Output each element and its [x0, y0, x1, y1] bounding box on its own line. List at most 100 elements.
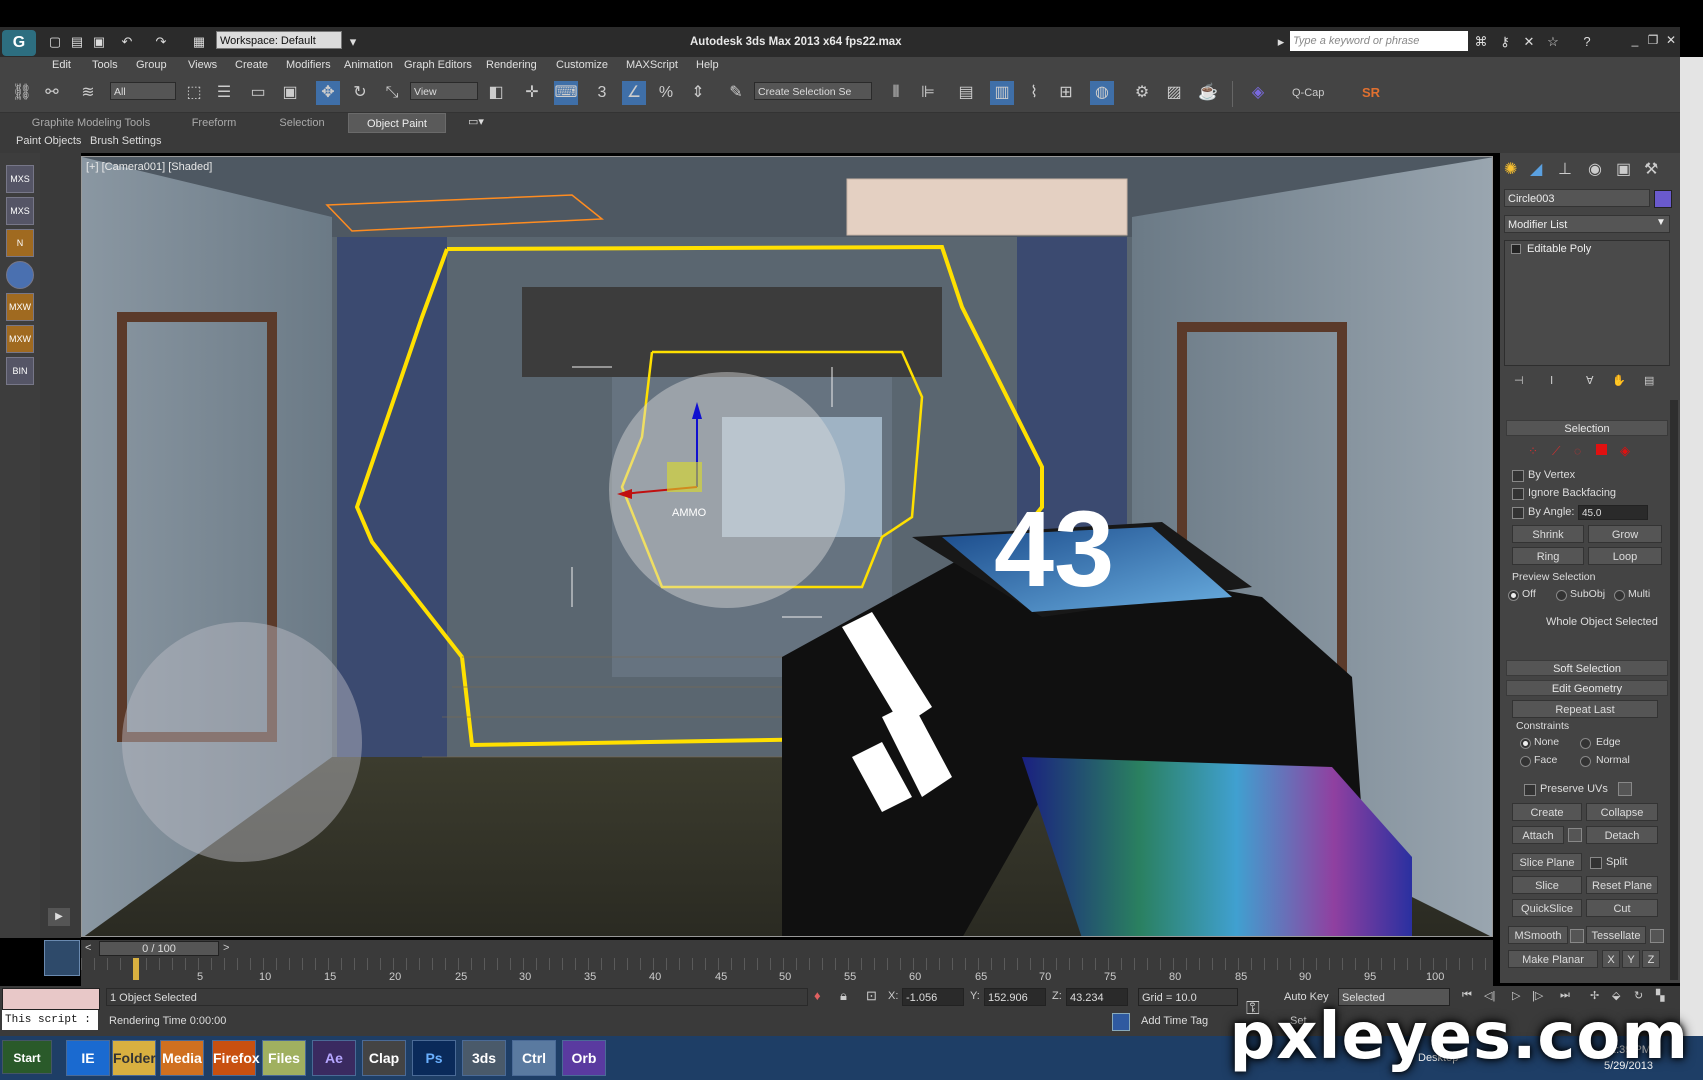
selection-rollout-header[interactable]: Selection — [1506, 420, 1668, 436]
search-input[interactable]: Type a keyword or phrase — [1290, 31, 1468, 51]
menu-graph-editors[interactable]: Graph Editors — [404, 59, 472, 71]
tab-object-paint[interactable]: Object Paint — [348, 113, 446, 133]
pin-stack-icon[interactable]: ⊣ — [1514, 374, 1524, 387]
add-time-tag-button[interactable]: Add Time Tag — [1138, 1012, 1238, 1030]
make-planar-button[interactable]: Make Planar — [1508, 950, 1598, 968]
constraint-normal-radio[interactable] — [1580, 756, 1591, 767]
edge-icon[interactable]: ⟋ — [1552, 444, 1560, 459]
material-editor-icon[interactable]: ◍ — [1090, 81, 1114, 105]
border-icon[interactable]: ◌ — [1574, 444, 1581, 458]
utilities-tab-icon[interactable]: ⚒ — [1644, 159, 1658, 179]
constraint-none-radio[interactable] — [1520, 738, 1531, 749]
expand-icon[interactable] — [1511, 244, 1521, 254]
preview-multi-radio[interactable] — [1614, 590, 1625, 601]
graphite-toggle-icon[interactable]: ▥ — [990, 81, 1014, 105]
prev-frame-icon[interactable]: < — [85, 942, 91, 954]
vertex-icon[interactable]: ⁘ — [1528, 444, 1538, 458]
maxscript-listener-input[interactable]: This script : — [2, 1010, 98, 1030]
menu-rendering[interactable]: Rendering — [486, 59, 537, 71]
hierarchy-tab-icon[interactable]: ⊥ — [1558, 159, 1572, 179]
redo-icon[interactable]: ↷ — [152, 33, 170, 51]
sr-button[interactable]: SR — [1362, 85, 1380, 100]
menu-create[interactable]: Create — [235, 59, 268, 71]
select-object-icon[interactable]: ⬚ — [182, 81, 206, 105]
mxs-script-icon[interactable]: MXS — [6, 197, 34, 225]
taskbar-after-effects-icon[interactable]: Ae — [312, 1040, 356, 1076]
x-coordinate-field[interactable]: -1.056 — [902, 988, 964, 1006]
maxscript-listener-top[interactable] — [2, 988, 100, 1010]
isolate-icon[interactable]: ♦ — [814, 988, 821, 1003]
rect-selection-icon[interactable]: ▭ — [246, 81, 270, 105]
bind-spacewarp-icon[interactable]: ≋ — [76, 81, 100, 105]
render-setup-icon[interactable]: ⚙ — [1130, 81, 1154, 105]
menu-maxscript[interactable]: MAXScript — [626, 59, 678, 71]
ring-button[interactable]: Ring — [1512, 547, 1584, 565]
taskbar-media-icon[interactable]: Media — [160, 1040, 204, 1076]
plugin-icon[interactable]: ◈ — [1246, 81, 1270, 105]
select-by-name-icon[interactable]: ☰ — [212, 81, 236, 105]
menu-modifiers[interactable]: Modifiers — [286, 59, 331, 71]
workspace-dropdown[interactable]: Workspace: Default — [216, 31, 342, 49]
create-button[interactable]: Create — [1512, 803, 1582, 821]
sphere-icon[interactable] — [6, 261, 34, 289]
taskbar-3dsmax-icon[interactable]: 3ds — [462, 1040, 506, 1076]
qcap-button[interactable]: Q-Cap — [1292, 87, 1324, 99]
window-crossing-icon[interactable]: ▣ — [278, 81, 302, 105]
modify-tab-icon[interactable]: ◢ — [1530, 159, 1542, 179]
layer-manager-icon[interactable]: ▤ — [954, 81, 978, 105]
restore-icon[interactable]: ❐ — [1644, 33, 1662, 51]
menu-tools[interactable]: Tools — [92, 59, 118, 71]
by-angle-spinner[interactable]: 45.0 — [1578, 505, 1648, 520]
detach-button[interactable]: Detach — [1586, 826, 1658, 844]
camera-viewport[interactable]: 43 AMMO — [81, 156, 1493, 937]
percent-snap-icon[interactable]: % — [654, 81, 678, 105]
z-coordinate-field[interactable]: 43.234 — [1066, 988, 1128, 1006]
object-name-field[interactable]: Circle003 — [1504, 189, 1650, 207]
create-tab-icon[interactable]: ✺ — [1504, 159, 1517, 179]
undo-icon[interactable]: ↶ — [118, 33, 136, 51]
tab-graphite-modeling-tools[interactable]: Graphite Modeling Tools — [14, 113, 168, 133]
edit-geometry-rollout-header[interactable]: Edit Geometry — [1506, 680, 1668, 696]
chevron-down-icon[interactable]: ▼ — [1656, 217, 1666, 228]
panel-paint-objects[interactable]: Paint Objects — [16, 135, 81, 147]
planar-x-button[interactable]: X — [1602, 950, 1620, 968]
panel-brush-settings[interactable]: Brush Settings — [90, 135, 162, 147]
tools-icon[interactable]: ✕ — [1520, 33, 1538, 51]
help-icon[interactable]: ? — [1578, 33, 1596, 51]
angle-snap-icon[interactable]: ∠ — [622, 81, 646, 105]
minimize-icon[interactable]: _ — [1626, 33, 1644, 51]
tab-freeform[interactable]: Freeform — [172, 113, 256, 133]
object-color-swatch[interactable] — [1654, 190, 1672, 208]
mirror-icon[interactable]: ⫴ — [884, 81, 908, 105]
loop-button[interactable]: Loop — [1588, 547, 1662, 565]
msmooth-settings-icon[interactable] — [1570, 929, 1584, 943]
project-icon[interactable]: ▦ — [190, 33, 208, 51]
rotate-icon[interactable]: ↻ — [348, 81, 372, 105]
reset-plane-button[interactable]: Reset Plane — [1586, 876, 1658, 894]
attach-settings-icon[interactable] — [1568, 828, 1582, 842]
track-bar[interactable]: 5 10 15 20 25 30 35 40 45 50 55 60 65 70… — [81, 958, 1493, 986]
repeat-last-button[interactable]: Repeat Last — [1512, 700, 1658, 718]
y-coordinate-field[interactable]: 152.906 — [984, 988, 1046, 1006]
planar-y-button[interactable]: Y — [1622, 950, 1640, 968]
shrink-button[interactable]: Shrink — [1512, 525, 1584, 543]
start-button[interactable]: Start — [2, 1040, 52, 1074]
unlink-icon[interactable]: ⚯ — [40, 81, 64, 105]
split-checkbox[interactable] — [1590, 857, 1602, 869]
tessellate-settings-icon[interactable] — [1650, 929, 1664, 943]
taskbar-control-panel-icon[interactable]: Ctrl — [512, 1040, 556, 1076]
spinner-snap-icon[interactable]: ⇕ — [686, 81, 710, 105]
command-panel-scrollbar[interactable] — [1670, 400, 1678, 980]
mini-curve-editor-toggle[interactable] — [44, 940, 80, 976]
open-icon[interactable]: ▤ — [68, 33, 86, 51]
configure-sets-icon[interactable]: ▤ — [1644, 374, 1654, 387]
manipulate-icon[interactable]: ✛ — [520, 81, 544, 105]
display-tab-icon[interactable]: ▣ — [1616, 159, 1631, 179]
mxw-script-icon[interactable]: MXW — [6, 293, 34, 321]
new-icon[interactable]: ▢ — [46, 33, 64, 51]
modifier-list-dropdown[interactable]: Modifier List — [1504, 215, 1670, 233]
menu-edit[interactable]: Edit — [52, 59, 71, 71]
collapse-button[interactable]: Collapse — [1586, 803, 1658, 821]
selection-filter-dropdown[interactable]: All — [110, 82, 176, 100]
key-icon[interactable]: ⚷ — [1496, 33, 1514, 51]
